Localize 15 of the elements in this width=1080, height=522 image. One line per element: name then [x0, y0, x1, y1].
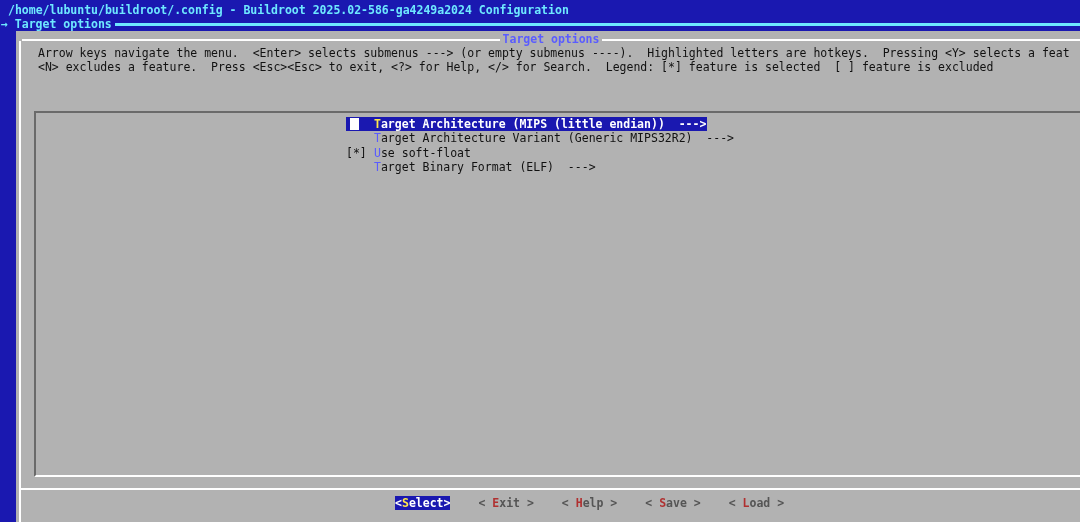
cursor-block — [350, 118, 359, 131]
checkbox[interactable]: [*] — [346, 145, 374, 160]
dialog-button[interactable]: <Select> — [395, 496, 451, 511]
dialog-button[interactable]: < Save > — [645, 496, 701, 511]
dialog-button[interactable]: < Help > — [561, 496, 618, 511]
dialog-button[interactable]: < Load > — [728, 496, 785, 511]
help-text: <N> excludes a feature. Press <Esc><Esc> to exit, <?> for Help, </> for Search. Legend: [*] feature is selected [ ] feature is excluded — [38, 60, 995, 75]
dialog-button[interactable]: < Exit > — [478, 496, 534, 511]
help-text: Arrow keys navigate the menu. <Enter> selects submenus ---> (or empty submenus ----). Highlighted letters are hotkeys. Pressing <Y> selects a feat — [38, 46, 1071, 61]
breadcrumb: → Target options — [0, 16, 112, 32]
window-title: /home/lubuntu/buildroot/.config - Buildroot 2025.02-586-ga4249a2024 Configuration — [7, 3, 570, 17]
menu-item[interactable]: Use soft-float — [374, 145, 472, 160]
menu-item[interactable]: Target Architecture Variant (Generic MIPS32R2) ---> — [374, 131, 736, 146]
menu-item[interactable]: Target Architecture (MIPS (little endian)) ---> — [374, 117, 708, 132]
menu-item[interactable]: Target Binary Format (ELF) ---> — [374, 159, 597, 175]
